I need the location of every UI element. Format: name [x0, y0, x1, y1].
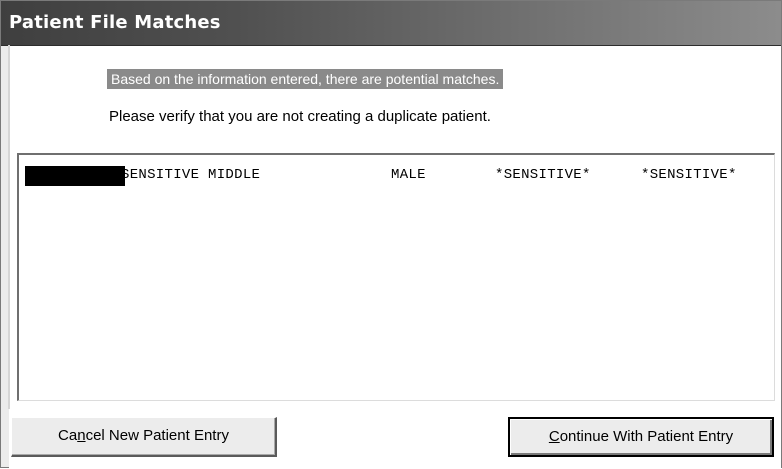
continue-label-post: ontinue With Patient Entry: [559, 428, 734, 445]
continue-with-patient-entry-button[interactable]: Continue With Patient Entry: [508, 417, 774, 457]
cancel-label-post: cel New Patient Entry: [85, 427, 229, 444]
match-ssn: *SENSITIVE*: [641, 167, 737, 183]
match-sex: MALE: [391, 167, 426, 183]
window-title: Patient File Matches: [9, 12, 221, 33]
redacted-name-block: [25, 166, 125, 186]
list-item[interactable]: SENSITIVE MIDDLE MALE *SENSITIVE* *SENSI…: [19, 163, 773, 187]
match-name: SENSITIVE MIDDLE: [121, 167, 261, 183]
cancel-label-pre: Ca: [58, 427, 78, 444]
cancel-label-accel: n: [77, 427, 86, 444]
patient-file-matches-dialog: Patient File Matches Based on the inform…: [0, 0, 782, 469]
continue-label-accel: C: [548, 428, 560, 445]
matches-list[interactable]: SENSITIVE MIDDLE MALE *SENSITIVE* *SENSI…: [17, 153, 775, 401]
verify-duplicate-message: Please verify that you are not creating …: [109, 108, 491, 125]
left-border: [8, 45, 10, 409]
match-dob: *SENSITIVE*: [495, 167, 591, 183]
title-bar[interactable]: Patient File Matches: [1, 1, 781, 46]
cancel-new-patient-entry-button[interactable]: Cancel New Patient Entry: [11, 417, 277, 457]
potential-matches-message: Based on the information entered, there …: [107, 69, 504, 89]
